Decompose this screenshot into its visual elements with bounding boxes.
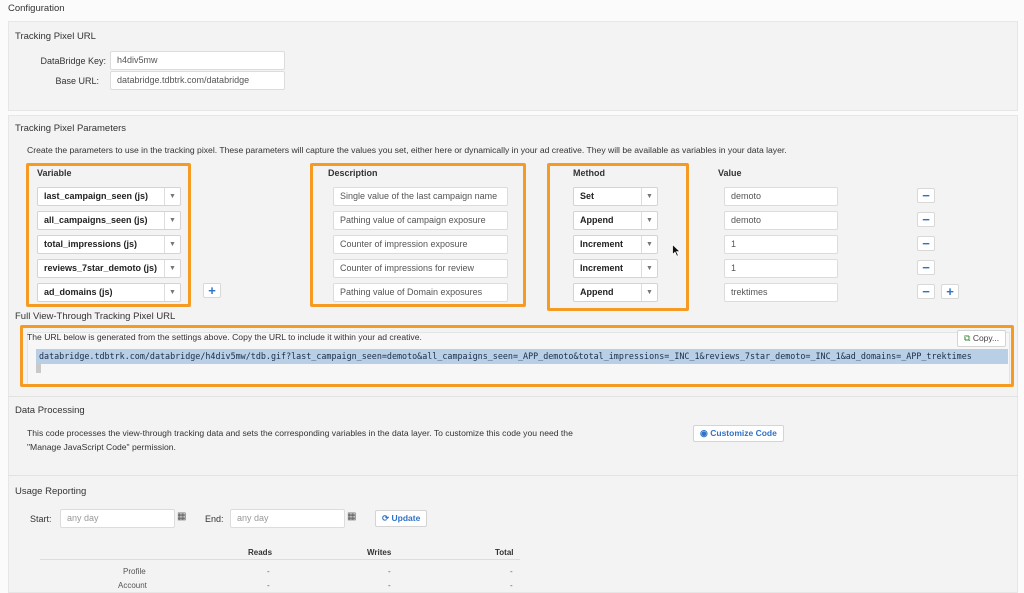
remove-row-button[interactable]: − bbox=[917, 260, 935, 275]
add-row-button[interactable]: + bbox=[941, 284, 959, 299]
remove-row-button[interactable]: − bbox=[917, 188, 935, 203]
full-url-heading: Full View-Through Tracking Pixel URL bbox=[15, 311, 176, 322]
column-header-reads: Reads bbox=[248, 548, 273, 557]
row-label-account: Account bbox=[118, 581, 147, 590]
customize-code-button[interactable]: ◉ Customize Code bbox=[693, 425, 784, 442]
method-highlight bbox=[547, 163, 689, 311]
profile-writes: - bbox=[388, 567, 391, 576]
column-header-writes: Writes bbox=[367, 548, 392, 557]
tracking-parameters-heading: Tracking Pixel Parameters bbox=[15, 123, 127, 134]
account-total: - bbox=[510, 581, 513, 590]
refresh-icon: ⟳ bbox=[382, 513, 390, 523]
usage-reporting-heading: Usage Reporting bbox=[15, 486, 87, 497]
start-date-input[interactable]: any day bbox=[60, 509, 175, 528]
base-url-field[interactable]: databridge.tdbtrk.com/databridge bbox=[110, 71, 285, 90]
divider bbox=[8, 396, 1018, 397]
tracking-pixel-url-heading: Tracking Pixel URL bbox=[15, 31, 96, 42]
table-divider bbox=[40, 559, 520, 560]
data-processing-heading: Data Processing bbox=[15, 405, 85, 416]
remove-row-button[interactable]: − bbox=[917, 236, 935, 251]
data-processing-text-2: "Manage JavaScript Code" permission. bbox=[27, 442, 176, 452]
full-url-highlight bbox=[20, 325, 1014, 387]
end-label: End: bbox=[205, 514, 224, 524]
column-header-total: Total bbox=[495, 548, 514, 557]
column-header-value: Value bbox=[718, 168, 742, 178]
calendar-icon[interactable]: ▦ bbox=[347, 511, 356, 522]
variable-highlight bbox=[26, 163, 191, 307]
databridge-key-field[interactable]: h4div5mw bbox=[110, 51, 285, 70]
add-row-button[interactable]: + bbox=[203, 283, 221, 298]
remove-row-button[interactable]: − bbox=[917, 212, 935, 227]
value-field[interactable]: demoto bbox=[724, 187, 838, 206]
description-highlight bbox=[310, 163, 526, 307]
end-date-input[interactable]: any day bbox=[230, 509, 345, 528]
start-label: Start: bbox=[30, 514, 52, 524]
profile-reads: - bbox=[267, 567, 270, 576]
value-field[interactable]: demoto bbox=[724, 211, 838, 230]
eye-icon: ◉ bbox=[700, 428, 708, 438]
update-label: Update bbox=[391, 513, 421, 523]
account-writes: - bbox=[388, 581, 391, 590]
tracking-parameters-intro: Create the parameters to use in the trac… bbox=[27, 145, 787, 155]
databridge-key-label: DataBridge Key: bbox=[40, 56, 106, 66]
account-reads: - bbox=[267, 581, 270, 590]
divider bbox=[8, 475, 1018, 476]
remove-row-button[interactable]: − bbox=[917, 284, 935, 299]
page-title: Configuration bbox=[8, 3, 65, 14]
base-url-label: Base URL: bbox=[55, 76, 99, 86]
value-field[interactable]: trektimes bbox=[724, 283, 838, 302]
customize-code-label: Customize Code bbox=[710, 428, 777, 438]
value-field[interactable]: 1 bbox=[724, 259, 838, 278]
data-processing-text-1: This code processes the view-through tra… bbox=[27, 428, 573, 438]
row-label-profile: Profile bbox=[123, 567, 146, 576]
profile-total: - bbox=[510, 567, 513, 576]
calendar-icon[interactable]: ▦ bbox=[177, 511, 186, 522]
value-field[interactable]: 1 bbox=[724, 235, 838, 254]
update-button[interactable]: ⟳ Update bbox=[375, 510, 428, 527]
